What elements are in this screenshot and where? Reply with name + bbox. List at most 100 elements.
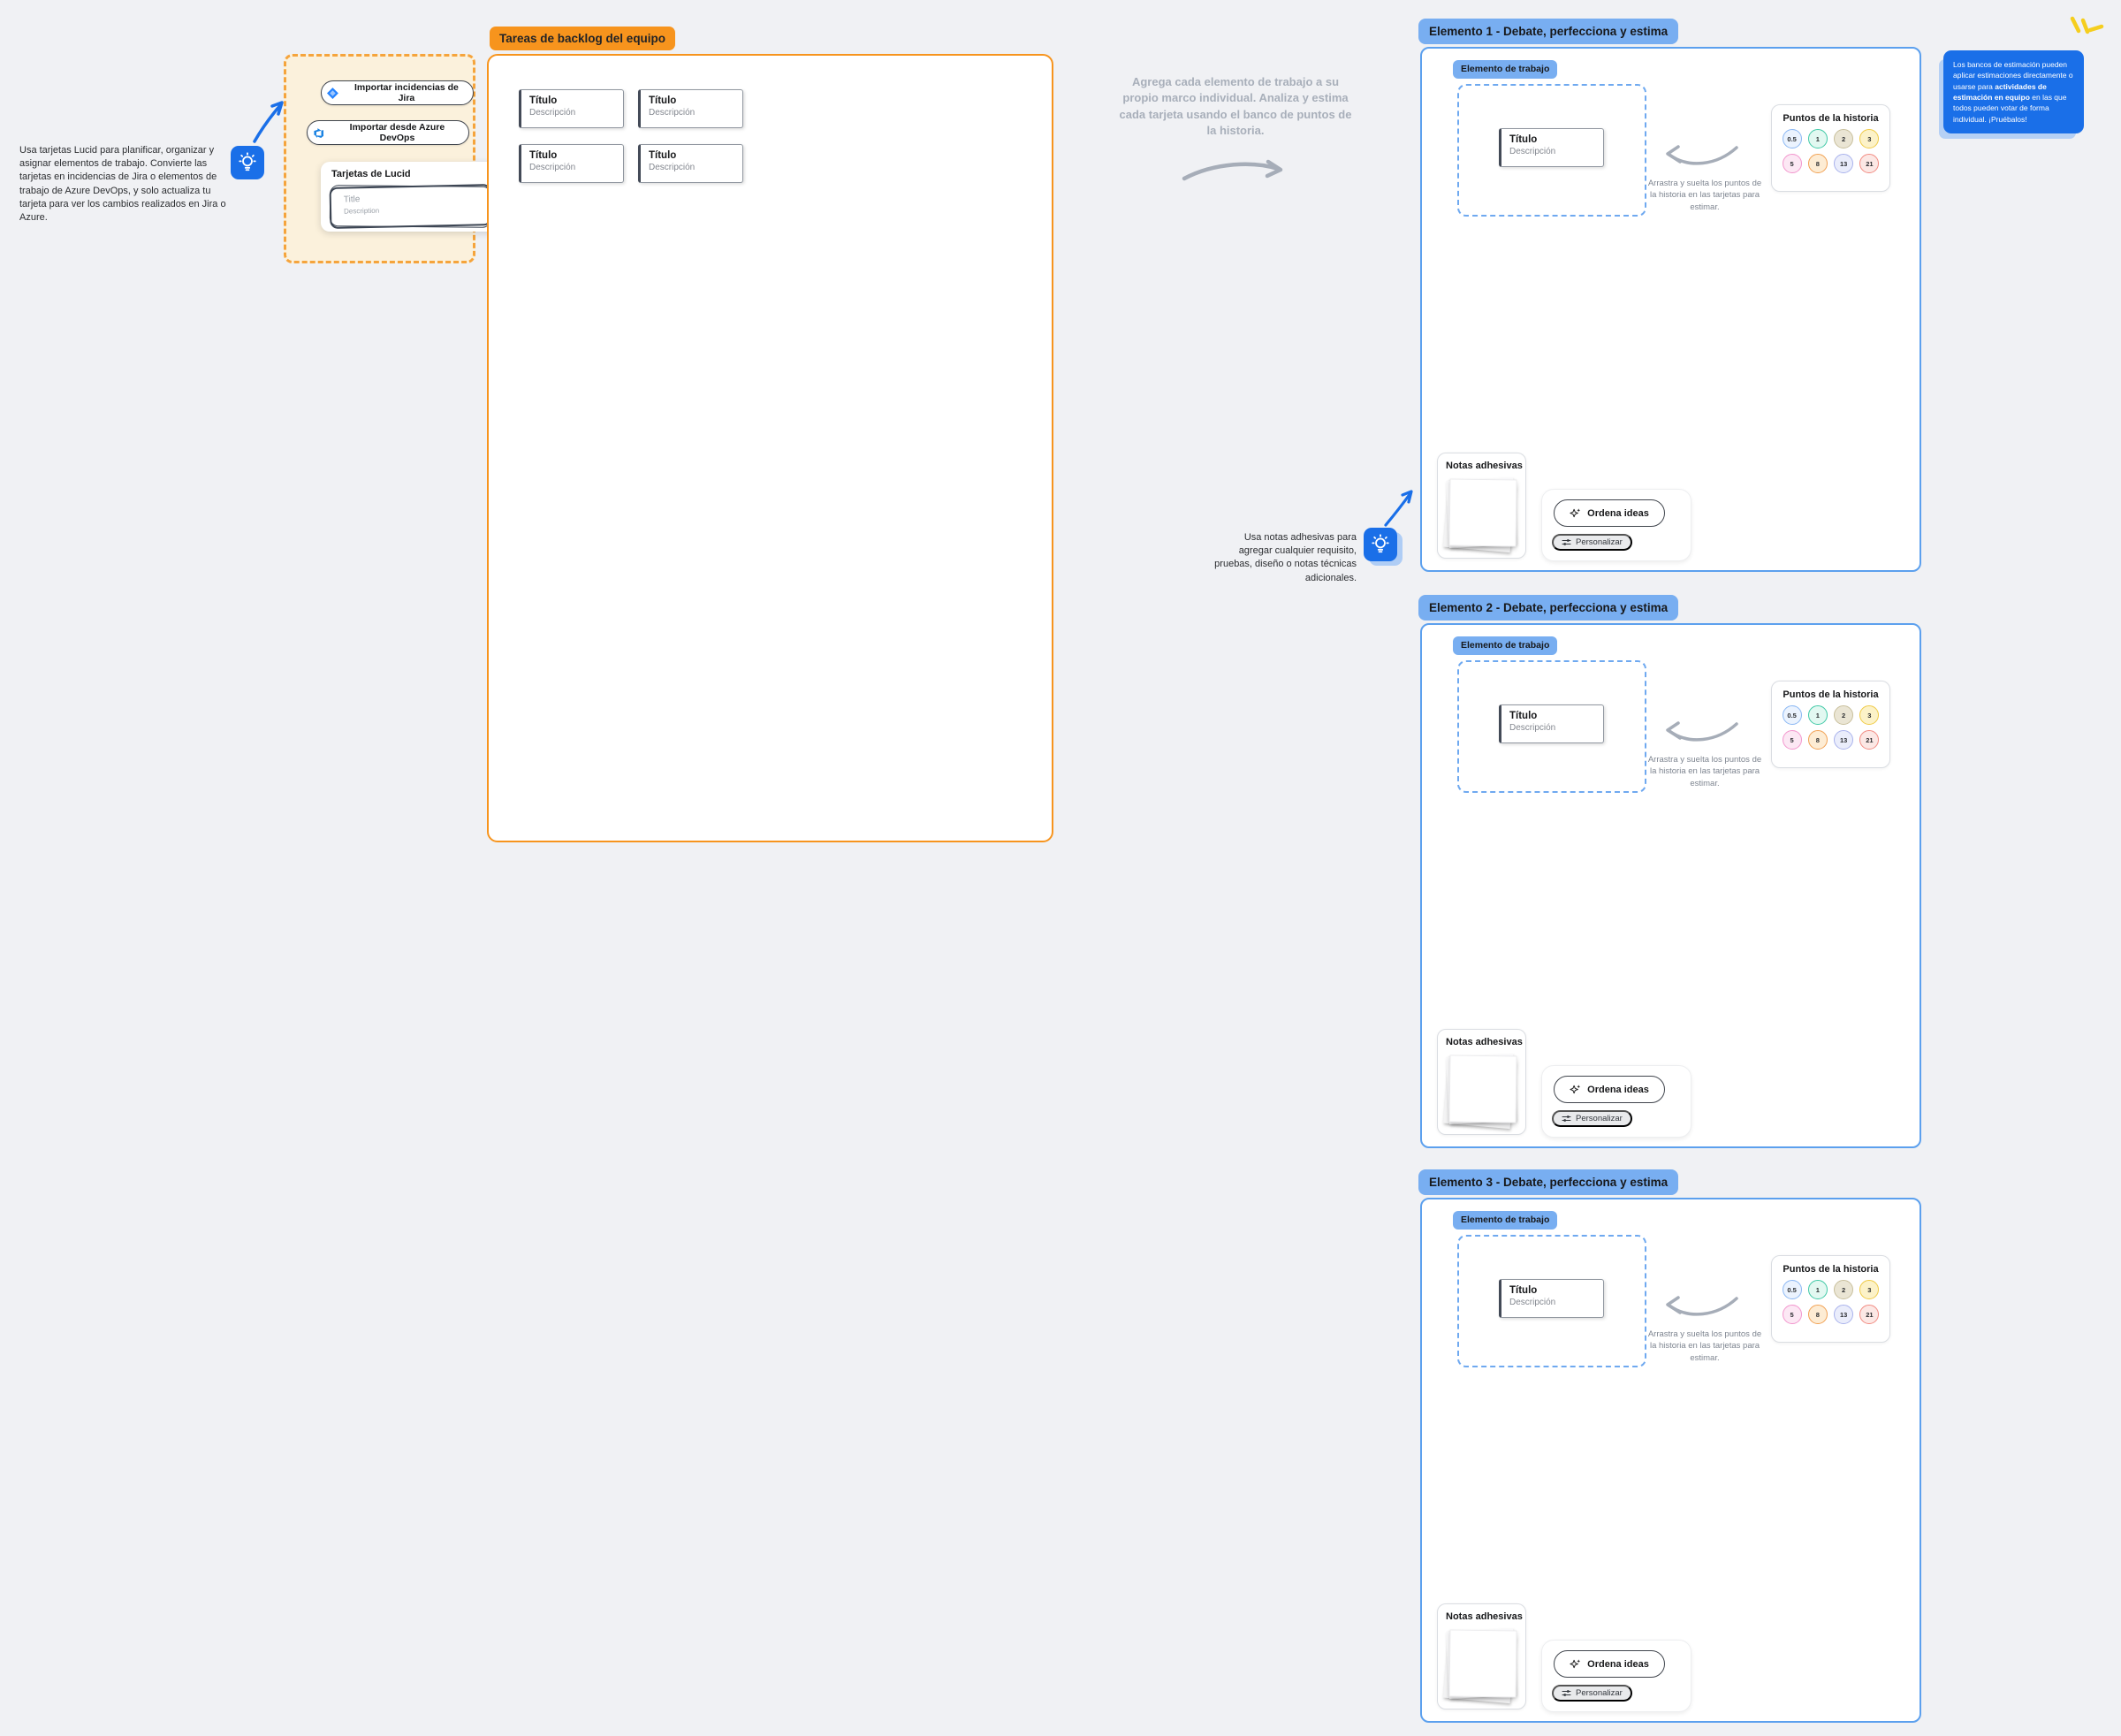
story-point-chip[interactable]: 13 xyxy=(1834,1305,1853,1324)
sample-card-title-placeholder: Title xyxy=(344,194,361,204)
curved-arrow-left-icon xyxy=(1659,141,1744,176)
panel-header-pill[interactable]: Elemento 2 - Debate, perfecciona y estim… xyxy=(1418,595,1678,621)
story-point-chip[interactable]: 3 xyxy=(1859,705,1879,725)
work-item-pill[interactable]: Elemento de trabajo xyxy=(1453,60,1557,79)
sticky-notes-bank[interactable]: Notas adhesivas xyxy=(1437,1603,1526,1709)
story-point-chip[interactable]: 0.5 xyxy=(1783,705,1802,725)
story-point-chip[interactable]: 8 xyxy=(1808,154,1828,173)
sticky-notes-title: Notas adhesivas xyxy=(1446,1611,1523,1622)
drag-hint-text: Arrastra y suelta los puntos de la histo… xyxy=(1645,1329,1765,1364)
story-point-chip[interactable]: 8 xyxy=(1808,730,1828,750)
story-points-title: Puntos de la historia xyxy=(1772,689,1889,700)
card-description: Descripción xyxy=(1509,147,1595,156)
story-point-chip[interactable]: 5 xyxy=(1783,1305,1802,1324)
story-points-grid: 0.5 1 2 3 5 8 13 21 xyxy=(1779,705,1882,750)
story-points-bank[interactable]: Puntos de la historia 0.5 1 2 3 5 8 13 2… xyxy=(1771,681,1890,768)
sort-ideas-label: Ordena ideas xyxy=(1587,1659,1649,1670)
panel-frame[interactable]: Elemento de trabajo Título Descripción A… xyxy=(1420,47,1921,572)
work-item-dropzone[interactable]: Título Descripción xyxy=(1457,1235,1646,1367)
story-point-chip[interactable]: 3 xyxy=(1859,1280,1879,1299)
story-point-chip[interactable]: 5 xyxy=(1783,154,1802,173)
curved-arrow-left-icon xyxy=(1659,717,1744,752)
work-item-card[interactable]: Título Descripción xyxy=(1499,1279,1604,1318)
sparkle-doodle-icon xyxy=(2064,11,2119,46)
work-item-card[interactable]: Título Descripción xyxy=(519,89,624,128)
backlog-frame-title[interactable]: Tareas de backlog del equipo xyxy=(490,27,675,50)
story-point-chip[interactable]: 1 xyxy=(1808,129,1828,148)
customize-button[interactable]: Personalizar xyxy=(1552,1685,1632,1702)
story-point-chip[interactable]: 2 xyxy=(1834,1280,1853,1299)
work-item-dropzone[interactable]: Título Descripción xyxy=(1457,660,1646,793)
import-jira-button[interactable]: Importar incidencias de Jira xyxy=(321,80,474,105)
work-item-pill[interactable]: Elemento de trabajo xyxy=(1453,1211,1557,1230)
sticky-notes-title: Notas adhesivas xyxy=(1446,461,1523,471)
customize-label: Personalizar xyxy=(1576,1688,1623,1698)
sticky-tip-text: Usa notas adhesivas para agregar cualqui… xyxy=(1213,531,1357,585)
story-point-chip[interactable]: 3 xyxy=(1859,129,1879,148)
sort-ideas-label: Ordena ideas xyxy=(1587,1085,1649,1095)
import-azure-devops-button[interactable]: Importar desde Azure DevOps xyxy=(307,120,469,145)
panel-actions: Ordena ideas Personalizar xyxy=(1541,489,1691,561)
story-point-chip[interactable]: 13 xyxy=(1834,154,1853,173)
panel-header-pill[interactable]: Elemento 3 - Debate, perfecciona y estim… xyxy=(1418,1169,1678,1195)
sort-ideas-button[interactable]: Ordena ideas xyxy=(1554,1650,1665,1678)
sample-card-description-placeholder: Description xyxy=(344,207,379,216)
panel-actions: Ordena ideas Personalizar xyxy=(1541,1640,1691,1712)
sticky-notes-bank[interactable]: Notas adhesivas xyxy=(1437,453,1526,559)
work-item-dropzone[interactable]: Título Descripción xyxy=(1457,84,1646,217)
tune-icon xyxy=(1562,1115,1571,1123)
sort-ideas-button[interactable]: Ordena ideas xyxy=(1554,499,1665,527)
element-panel: Elemento 2 - Debate, perfecciona y estim… xyxy=(1418,595,1919,1148)
work-item-card[interactable]: Título Descripción xyxy=(1499,704,1604,743)
story-point-chip[interactable]: 21 xyxy=(1859,154,1879,173)
sparkles-icon xyxy=(1570,507,1581,519)
story-points-bank[interactable]: Puntos de la historia 0.5 1 2 3 5 8 13 2… xyxy=(1771,1255,1890,1343)
story-point-chip[interactable]: 0.5 xyxy=(1783,129,1802,148)
story-points-grid: 0.5 1 2 3 5 8 13 21 xyxy=(1779,1280,1882,1324)
work-item-card[interactable]: Título Descripción xyxy=(519,144,624,183)
card-title: Título xyxy=(649,150,734,161)
left-tip-text: Usa tarjetas Lucid para planificar, orga… xyxy=(19,144,227,225)
card-description: Descripción xyxy=(649,163,734,172)
story-point-chip[interactable]: 21 xyxy=(1859,730,1879,750)
story-point-chip[interactable]: 21 xyxy=(1859,1305,1879,1324)
story-point-chip[interactable]: 5 xyxy=(1783,730,1802,750)
sticky-notes-bank[interactable]: Notas adhesivas xyxy=(1437,1029,1526,1135)
story-point-chip[interactable]: 8 xyxy=(1808,1305,1828,1324)
card-title: Título xyxy=(1509,1285,1595,1296)
jira-icon xyxy=(327,88,338,99)
sample-card[interactable]: Title Description xyxy=(330,184,492,229)
story-point-chip[interactable]: 13 xyxy=(1834,730,1853,750)
backlog-frame[interactable]: Título Descripción Título Descripción Tí… xyxy=(487,54,1053,842)
drag-hint-text: Arrastra y suelta los puntos de la histo… xyxy=(1645,178,1765,213)
card-description: Descripción xyxy=(1509,1298,1595,1307)
panel-frame[interactable]: Elemento de trabajo Título Descripción A… xyxy=(1420,623,1921,1148)
import-jira-label: Importar incidencias de Jira xyxy=(346,82,468,103)
card-title: Título xyxy=(1509,134,1595,145)
sticky-notes-title: Notas adhesivas xyxy=(1446,1037,1523,1047)
lightbulb-icon xyxy=(231,146,264,179)
work-item-card[interactable]: Título Descripción xyxy=(638,144,743,183)
customize-button[interactable]: Personalizar xyxy=(1552,534,1632,551)
panel-header-pill[interactable]: Elemento 1 - Debate, perfecciona y estim… xyxy=(1418,19,1678,44)
story-points-bank[interactable]: Puntos de la historia 0.5 1 2 3 5 8 13 2… xyxy=(1771,104,1890,192)
sort-ideas-button[interactable]: Ordena ideas xyxy=(1554,1076,1665,1103)
story-point-chip[interactable]: 1 xyxy=(1808,1280,1828,1299)
curved-arrow-icon xyxy=(1380,486,1418,529)
story-point-chip[interactable]: 0.5 xyxy=(1783,1280,1802,1299)
sticky-note[interactable] xyxy=(1448,1055,1517,1123)
center-tip-text: Agrega cada elemento de trabajo a su pro… xyxy=(1115,74,1356,140)
story-point-chip[interactable]: 2 xyxy=(1834,705,1853,725)
panel-frame[interactable]: Elemento de trabajo Título Descripción A… xyxy=(1420,1198,1921,1723)
work-item-card[interactable]: Título Descripción xyxy=(638,89,743,128)
work-item-pill[interactable]: Elemento de trabajo xyxy=(1453,636,1557,655)
card-title: Título xyxy=(529,150,615,161)
sticky-note[interactable] xyxy=(1448,1629,1517,1697)
story-point-chip[interactable]: 2 xyxy=(1834,129,1853,148)
work-item-card[interactable]: Título Descripción xyxy=(1499,128,1604,167)
drag-hint-text: Arrastra y suelta los puntos de la histo… xyxy=(1645,754,1765,789)
sticky-note[interactable] xyxy=(1448,478,1517,546)
customize-button[interactable]: Personalizar xyxy=(1552,1110,1632,1127)
story-point-chip[interactable]: 1 xyxy=(1808,705,1828,725)
lucid-cards-widget[interactable]: Tarjetas de Lucid Title Description xyxy=(321,162,500,232)
